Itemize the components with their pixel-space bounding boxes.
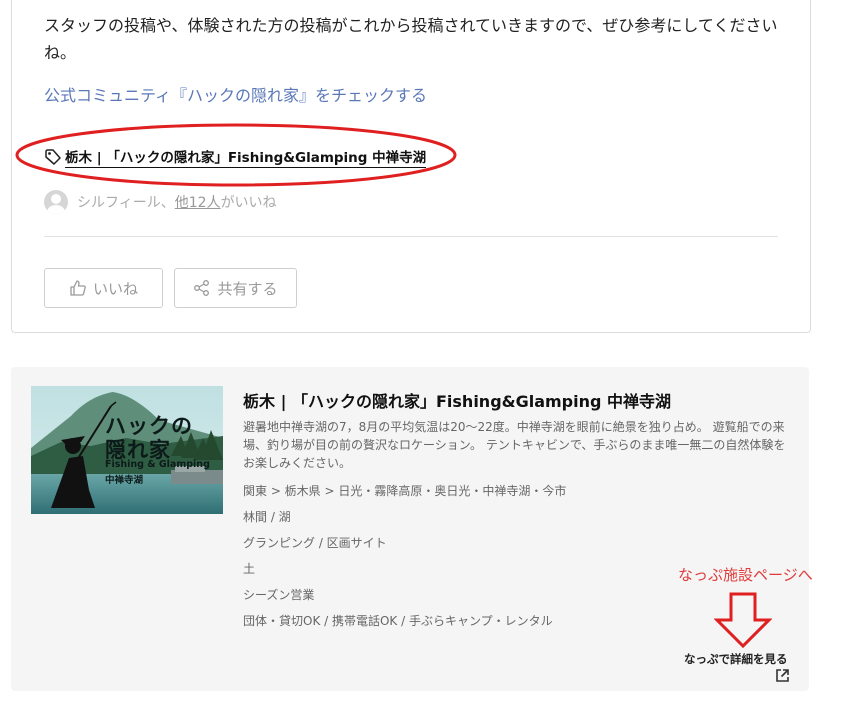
likers-name[interactable]: シルフィール、 [77, 192, 175, 212]
post-body-text: スタッフの投稿や、体験された方の投稿がこれから投稿されていきますので、ぜひ参考に… [44, 12, 790, 66]
post-body-line1: スタッフの投稿や、体験された方の投稿がこれから投稿されていきますので、ぜひ参考に… [44, 16, 778, 35]
share-button-label: 共有する [217, 279, 278, 298]
facility-location-type: 林間 / 湖 [243, 510, 291, 524]
facility-site-types: グランピング / 区画サイト [243, 536, 387, 550]
facility-area: 関東 > 栃木県 > 日光・霧降高原・奥日光・中禅寺湖・今市 [243, 484, 567, 498]
likers-suffix: がいいね [220, 195, 277, 211]
facility-title[interactable]: 栃木 | 「ハックの隠れ家」Fishing&Glamping 中禅寺湖 [243, 388, 671, 412]
external-link-icon[interactable] [775, 668, 790, 683]
like-button-label: いいね [92, 279, 138, 298]
detail-link[interactable]: なっぷで詳細を見る [684, 651, 788, 667]
likers-others-link[interactable]: 他12人 [175, 192, 221, 212]
annotation-down-arrow-icon [714, 592, 772, 648]
facility-season: シーズン営業 [243, 588, 315, 602]
post-body-line2: ね。 [44, 43, 77, 62]
community-link[interactable]: 公式コミュニティ『ハックの隠れ家』をチェックする [44, 82, 427, 106]
facility-features: 団体・貸切OK / 携帯電話OK / 手ぶらキャンプ・レンタル [243, 614, 553, 628]
annotation-red-oval [15, 123, 457, 187]
like-button[interactable]: いいね [44, 268, 163, 308]
avatar[interactable] [44, 190, 68, 214]
share-icon [194, 280, 210, 296]
annotation-label: なっぷ施設ページへ [678, 566, 813, 584]
share-button[interactable]: 共有する [174, 268, 297, 308]
facility-image-subtitle: Fishing & Glamping [105, 459, 210, 470]
facility-description: 避暑地中禅寺湖の7，8月の平均気温は20～22度。中禅寺湖を眼前に絶景を独り占め… [243, 420, 786, 470]
facility-ground: 土 [243, 562, 256, 576]
facility-image-location: 中禅寺湖 [105, 475, 144, 486]
facility-image[interactable]: ハックの 隠れ家 Fishing & Glamping 中禅寺湖 [31, 386, 223, 514]
divider [44, 236, 778, 237]
likers-row: シルフィール、 他12人 がいいね [44, 190, 277, 214]
thumbs-up-icon [70, 280, 86, 296]
